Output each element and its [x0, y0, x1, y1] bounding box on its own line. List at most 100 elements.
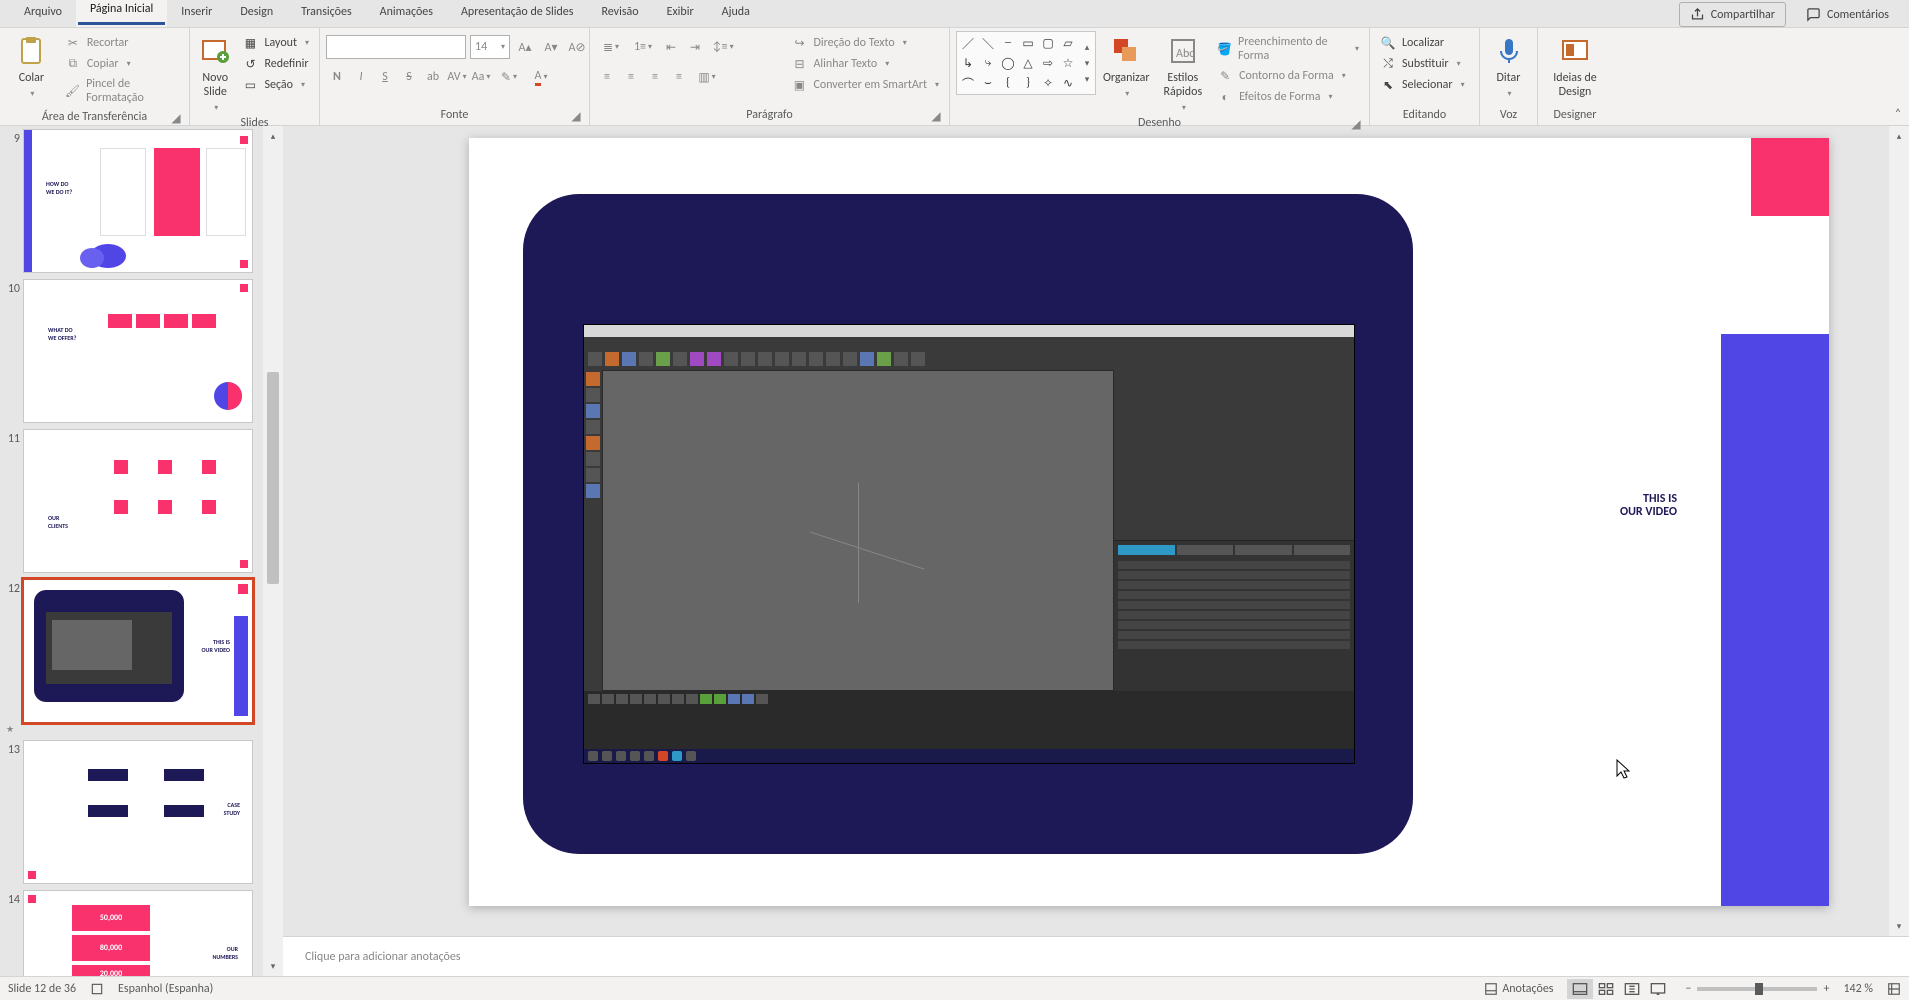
shape-callout-icon[interactable]: ✧ — [1039, 74, 1057, 92]
dialog-launcher-icon[interactable]: ◢ — [169, 111, 183, 125]
menu-home[interactable]: Página Inicial — [76, 0, 167, 27]
align-right-button[interactable]: ≡ — [644, 65, 666, 89]
align-center-button[interactable]: ≡ — [620, 65, 642, 89]
gallery-up-icon[interactable]: ▴ — [1079, 39, 1095, 55]
shape-rect-icon[interactable]: ▢ — [1039, 34, 1057, 52]
font-size-combo[interactable]: 14▾ — [470, 35, 510, 59]
shape-arrow-icon[interactable]: ⇨ — [1039, 54, 1057, 72]
view-sorter-button[interactable] — [1593, 979, 1619, 999]
menu-transitions[interactable]: Transições — [287, 0, 366, 27]
scroll-up-icon[interactable]: ▴ — [1891, 128, 1907, 144]
format-painter-button[interactable]: 🖌 Pincel de Formatação — [61, 75, 183, 107]
menu-review[interactable]: Revisão — [587, 0, 652, 27]
change-case-button[interactable]: Aa▾ — [470, 65, 492, 89]
accessibility-button[interactable] — [90, 982, 104, 996]
thumbnail-slide-9[interactable]: 9 HOW DOWE DO IT? — [0, 130, 259, 272]
slide-position[interactable]: Slide 12 de 36 — [8, 982, 76, 996]
justify-button[interactable]: ≡ — [668, 65, 690, 89]
font-name-combo[interactable] — [326, 35, 466, 59]
view-slideshow-button[interactable] — [1645, 979, 1671, 999]
shape-line-icon[interactable]: ─ — [999, 34, 1017, 52]
menu-slideshow[interactable]: Apresentação de Slides — [447, 0, 587, 27]
decor-pink-square[interactable] — [1751, 138, 1829, 216]
bold-button[interactable]: N — [326, 65, 348, 89]
cut-button[interactable]: ✂ Recortar — [61, 33, 183, 53]
scroll-down-icon[interactable]: ▾ — [1891, 918, 1907, 934]
section-button[interactable]: ▭ Seção ▾ — [238, 75, 313, 95]
find-button[interactable]: 🔍 Localizar — [1376, 33, 1469, 53]
italic-button[interactable]: I — [350, 65, 372, 89]
canvas-scrollbar[interactable]: ▴ ▾ — [1889, 126, 1909, 936]
highlight-button[interactable]: ✎▾ — [494, 65, 524, 89]
gallery-down-icon[interactable]: ▾ — [1079, 55, 1095, 71]
view-reading-button[interactable] — [1619, 979, 1645, 999]
shape-connector-icon[interactable]: ↳ — [959, 54, 977, 72]
text-shadow-button[interactable]: ab — [422, 65, 444, 89]
design-ideas-button[interactable]: Ideias de Design — [1544, 31, 1606, 99]
gallery-more-icon[interactable]: ▾ — [1079, 71, 1095, 87]
layout-button[interactable]: ▦ Layout ▾ — [238, 33, 313, 53]
shape-curve-icon[interactable]: ⌒ — [959, 74, 977, 92]
notes-pane[interactable]: Clique para adicionar anotações — [283, 936, 1909, 976]
smartart-button[interactable]: ▣ Converter em SmartArt ▾ — [787, 75, 943, 95]
thumbnail-slide-10[interactable]: 10 WHAT DOWE OFFER? — [0, 280, 259, 422]
zoom-value[interactable]: 142 % — [1843, 982, 1873, 996]
zoom-out-button[interactable]: − — [1685, 982, 1691, 996]
slide-canvas[interactable]: THIS IS OUR VIDEO — [469, 138, 1829, 906]
dictate-button[interactable]: Ditar ▾ — [1486, 31, 1531, 99]
increase-indent-button[interactable]: ⇥ — [684, 35, 706, 59]
underline-button[interactable]: S — [374, 65, 396, 89]
shape-triangle-icon[interactable]: △ — [1019, 54, 1037, 72]
shape-line-icon[interactable]: ＼ — [979, 34, 997, 52]
line-spacing-button[interactable]: ↕≡▾ — [708, 35, 738, 59]
clear-formatting-button[interactable]: A⊘ — [566, 35, 588, 59]
comments-button[interactable]: Comentários — [1796, 2, 1899, 27]
thumbnail-scrollbar[interactable]: ▴ ▾ — [263, 126, 283, 976]
character-spacing-button[interactable]: AV▾ — [446, 65, 468, 89]
bullets-button[interactable]: ≣▾ — [596, 35, 626, 59]
share-button[interactable]: Compartilhar — [1679, 2, 1786, 27]
shape-rect-icon[interactable]: ▭ — [1019, 34, 1037, 52]
menu-animations[interactable]: Animações — [366, 0, 447, 27]
collapse-ribbon-icon[interactable]: ˄ — [1895, 107, 1901, 121]
shape-brace-icon[interactable]: } — [1019, 74, 1037, 92]
video-placeholder[interactable] — [583, 324, 1355, 764]
arrange-button[interactable]: Organizar ▾ — [1100, 31, 1153, 99]
thumbnail-slide-11[interactable]: 11 OURCLIENTS — [0, 430, 259, 572]
shape-effects-button[interactable]: ◐ Efeitos de Forma ▾ — [1213, 87, 1363, 107]
notes-toggle-button[interactable]: Anotações — [1484, 982, 1553, 996]
decor-purple-bar[interactable] — [1721, 334, 1829, 906]
slide-heading[interactable]: THIS IS OUR VIDEO — [1620, 493, 1677, 518]
menu-help[interactable]: Ajuda — [708, 0, 764, 27]
scroll-down-icon[interactable]: ▾ — [265, 958, 281, 974]
reset-button[interactable]: ↺ Redefinir — [238, 54, 313, 74]
shape-brace-icon[interactable]: { — [999, 74, 1017, 92]
select-button[interactable]: ⬉ Selecionar ▾ — [1376, 75, 1469, 95]
dialog-launcher-icon[interactable]: ◢ — [569, 109, 583, 123]
slide-thumbnails-list[interactable]: 9 HOW DOWE DO IT? 10 WHAT DOWE OFFE — [0, 126, 263, 976]
dialog-launcher-icon[interactable]: ◢ — [929, 109, 943, 123]
menu-design[interactable]: Design — [226, 0, 287, 27]
shape-star-icon[interactable]: ☆ — [1059, 54, 1077, 72]
columns-button[interactable]: ▥▾ — [692, 65, 722, 89]
strikethrough-button[interactable]: S — [398, 65, 420, 89]
paste-button[interactable]: Colar ▾ — [6, 31, 57, 99]
fit-to-window-button[interactable] — [1887, 982, 1901, 996]
increase-font-button[interactable]: A▴ — [514, 35, 536, 59]
align-left-button[interactable]: ≡ — [596, 65, 618, 89]
font-color-button[interactable]: A▾ — [526, 65, 556, 89]
zoom-in-button[interactable]: + — [1823, 982, 1829, 996]
shape-outline-button[interactable]: ✎ Contorno da Forma ▾ — [1213, 66, 1363, 86]
menu-insert[interactable]: Inserir — [167, 0, 226, 27]
shapes-gallery[interactable]: ／ ＼ ─ ▭ ▢ ▱ ↳ ⤷ ◯ △ ⇨ ☆ ⌒ ⌣ { } ✧ — [957, 32, 1079, 94]
menu-view[interactable]: Exibir — [653, 0, 708, 27]
align-text-button[interactable]: ⊟ Alinhar Texto ▾ — [787, 54, 943, 74]
decrease-font-button[interactable]: A▾ — [540, 35, 562, 59]
shape-line-icon[interactable]: ／ — [959, 34, 977, 52]
decrease-indent-button[interactable]: ⇤ — [660, 35, 682, 59]
language-button[interactable]: Espanhol (Espanha) — [118, 982, 213, 996]
zoom-knob[interactable] — [1755, 983, 1763, 995]
menu-file[interactable]: Arquivo — [10, 0, 76, 27]
copy-button[interactable]: ⧉ Copiar ▾ — [61, 54, 183, 74]
quick-styles-button[interactable]: Abc Estilos Rápidos ▾ — [1157, 31, 1210, 113]
